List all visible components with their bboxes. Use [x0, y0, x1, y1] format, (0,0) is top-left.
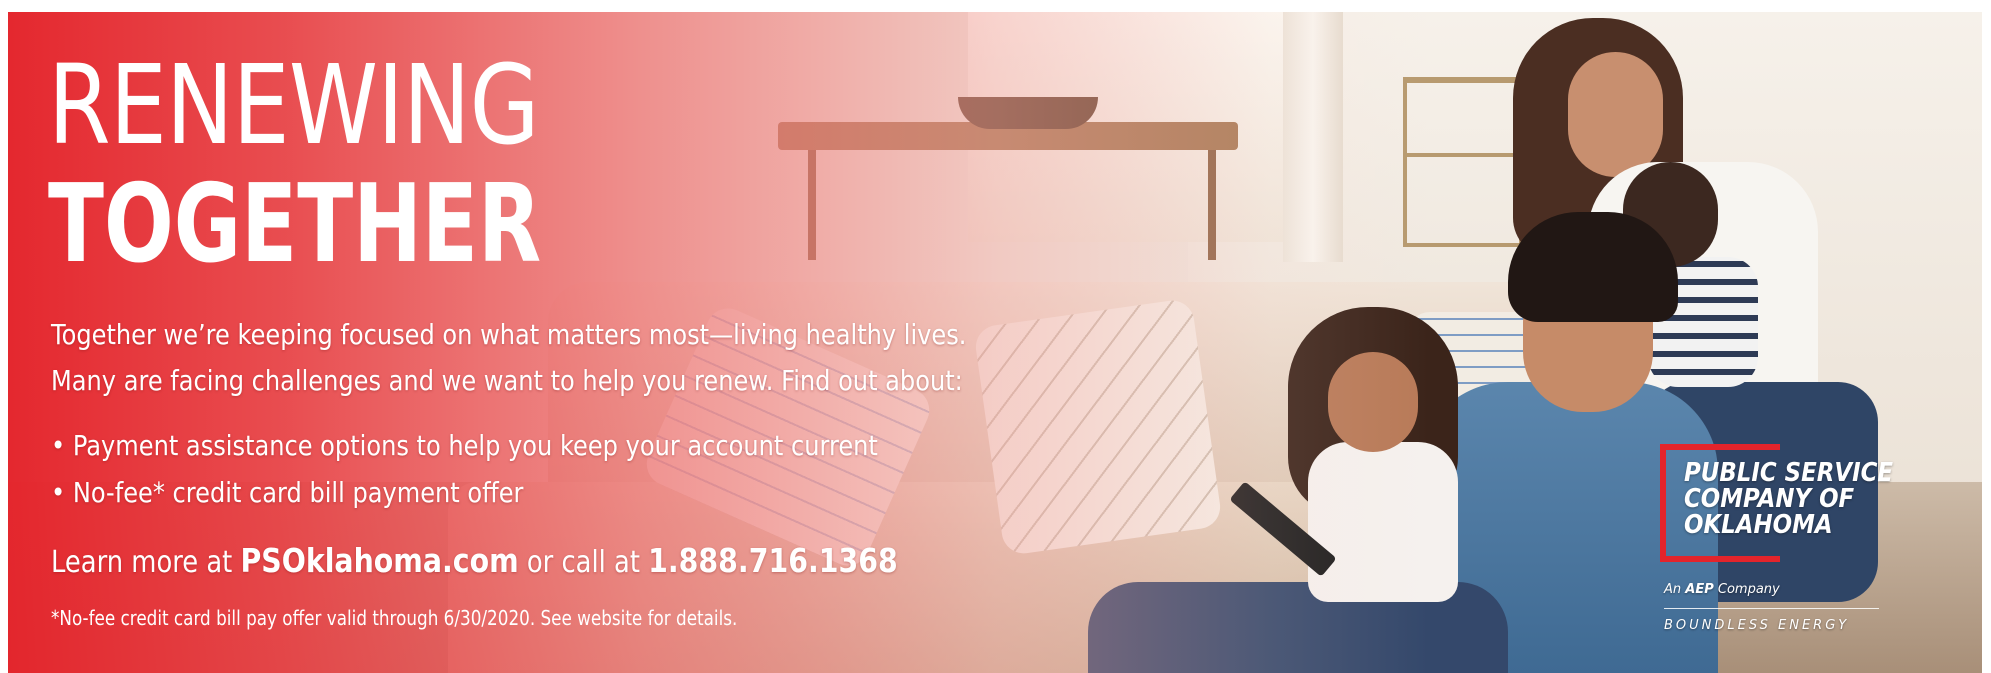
cta-prefix: Learn more at [51, 545, 241, 580]
logo-line-1: PUBLIC SERVICE [1684, 458, 1894, 488]
disclaimer: *No-fee credit card bill pay offer valid… [51, 606, 738, 630]
headline-renewing: RENEWING [48, 41, 540, 169]
aep-brand: AEP [1685, 582, 1714, 597]
logo-line-2: COMPANY OF [1684, 484, 1855, 514]
logo-tagline: BOUNDLESS ENERGY [1664, 618, 1850, 633]
headline-together: TOGETHER [48, 162, 542, 287]
bullet-payment-assistance: • Payment assistance options to help you… [51, 429, 878, 462]
body-text-line-2: Many are facing challenges and we want t… [51, 364, 963, 397]
website-link[interactable]: PSOklahoma.com [240, 541, 518, 580]
call-to-action: Learn more at PSOklahoma.com or call at … [51, 541, 898, 583]
body-text-line-1: Together we’re keeping focused on what m… [51, 318, 967, 351]
phone-number[interactable]: 1.888.716.1368 [648, 541, 898, 580]
cta-middle: or call at [518, 545, 649, 580]
logo-company-name: PUBLIC SERVICE COMPANY OF OKLAHOMA [1684, 460, 1893, 538]
ad-banner: RENEWING TOGETHER Together we’re keeping… [8, 12, 1982, 673]
logo-line-3: OKLAHOMA [1684, 510, 1833, 540]
pso-logo: PUBLIC SERVICE COMPANY OF OKLAHOMA An AE… [1660, 444, 1960, 644]
logo-divider [1664, 608, 1879, 609]
aep-company-label: An AEP Company [1664, 582, 1780, 597]
bullet-no-fee-offer: • No-fee* credit card bill payment offer [51, 476, 524, 509]
